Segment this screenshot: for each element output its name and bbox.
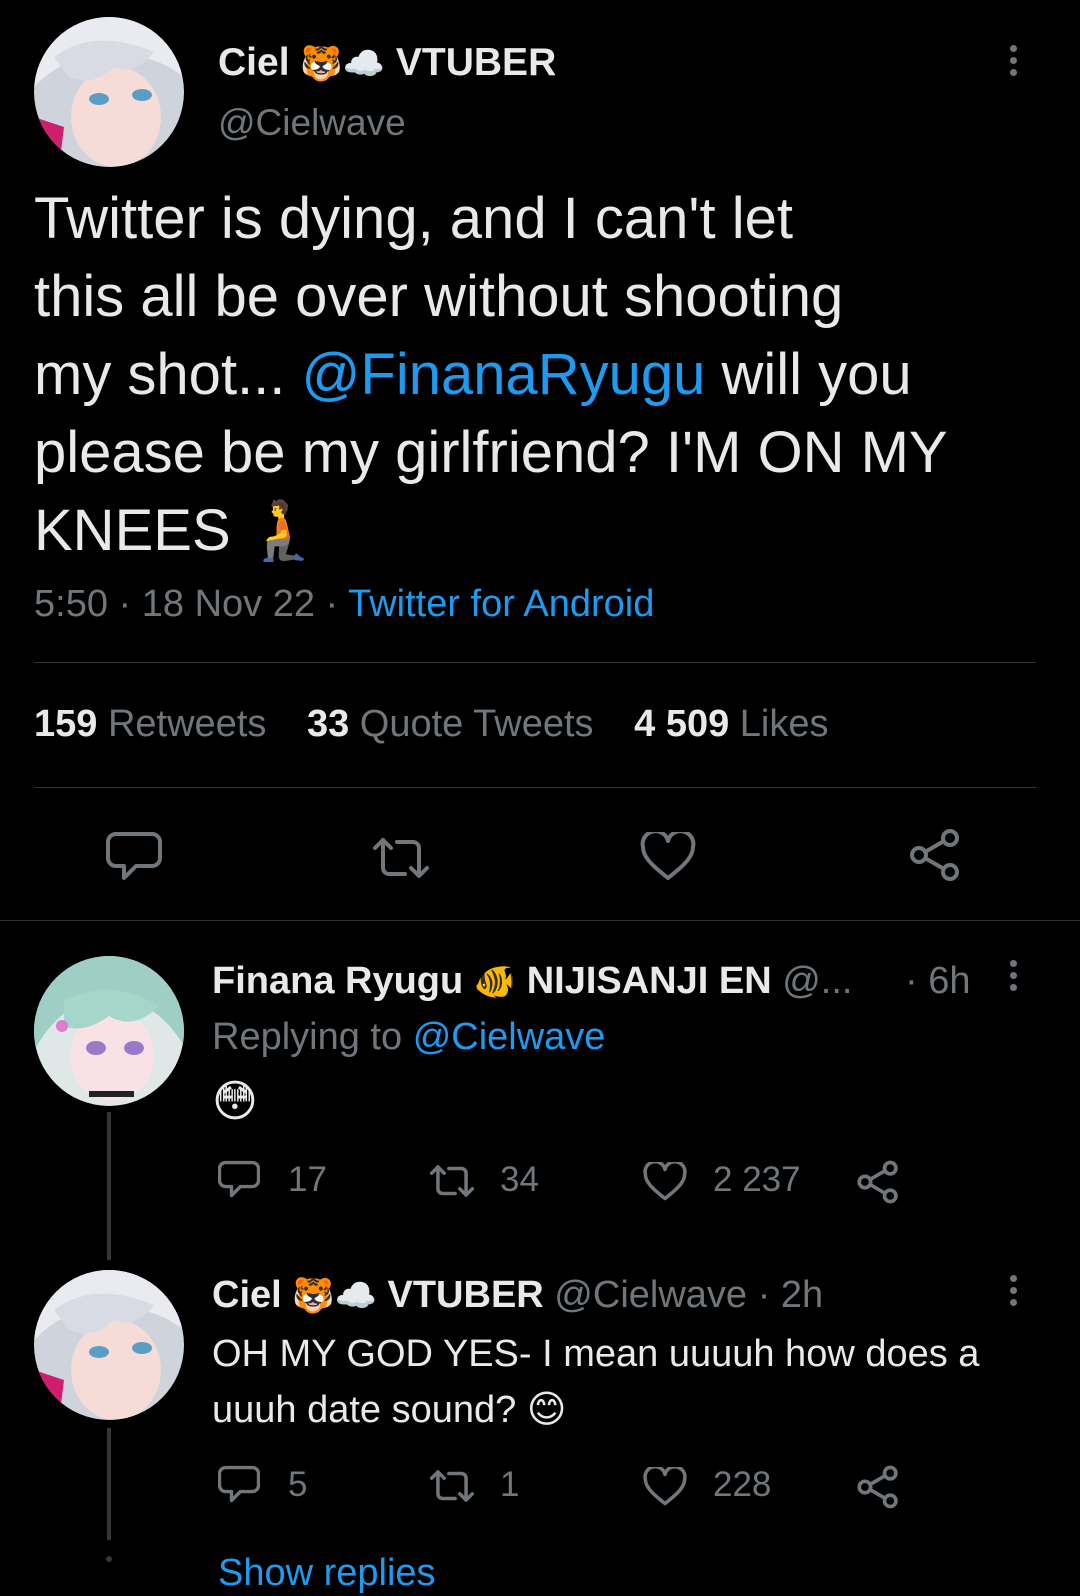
tweet-text: Twitter is dying, and I can't let this a… <box>34 180 1054 570</box>
quotes-label: Quote Tweets <box>359 703 594 745</box>
mention-link[interactable]: @FinanaRyugu <box>302 342 706 407</box>
more-options-icon[interactable] <box>1008 1275 1018 1306</box>
tweet-date[interactable]: 18 Nov 22 <box>142 583 315 625</box>
avatar-ciel[interactable] <box>34 17 184 167</box>
tweet-time[interactable]: 5:50 <box>34 583 108 625</box>
share-icon[interactable] <box>856 1160 900 1204</box>
avatar-finana[interactable] <box>34 956 184 1106</box>
like-count: 2 237 <box>713 1160 801 1199</box>
show-replies-link[interactable]: Show replies <box>218 1550 436 1596</box>
retweet-icon[interactable] <box>427 1467 477 1505</box>
reply-header: Finana Ryugu 🐠 NIJISANJI EN @... <box>212 958 852 1005</box>
quotes-stat[interactable]: 33 Quote Tweets <box>307 703 594 745</box>
replying-to: Replying to @Cielwave <box>212 1016 605 1059</box>
divider <box>34 662 1036 663</box>
tweet-meta: 5:50 · 18 Nov 22 · Twitter for Android <box>34 583 654 626</box>
tweet-text-line: my shot... @FinanaRyugu will you <box>34 336 1054 414</box>
reply-icon[interactable] <box>218 1464 260 1504</box>
reply-text-line: uuuh date sound? 😊 <box>212 1389 567 1431</box>
reply-count: 17 <box>288 1160 327 1199</box>
tweet-text-line: Twitter is dying, and I can't let <box>34 186 793 251</box>
avatar-ciel[interactable] <box>34 1270 184 1420</box>
like-icon[interactable] <box>643 1467 687 1507</box>
share-icon[interactable] <box>856 1465 900 1509</box>
reply-icon[interactable] <box>218 1159 260 1199</box>
meta-dot: · <box>118 583 142 625</box>
author-handle[interactable]: @Cielwave <box>554 1274 747 1316</box>
more-options-icon[interactable] <box>1008 960 1018 991</box>
tweet-source[interactable]: Twitter for Android <box>348 583 654 625</box>
replying-prefix: Replying to <box>212 1016 403 1058</box>
likes-count: 4 509 <box>634 703 730 745</box>
reply-time[interactable]: · 2h <box>758 1274 823 1316</box>
stats-row: 159 Retweets 33 Quote Tweets 4 509 Likes <box>34 703 829 746</box>
author-badge-emoji: 🐯☁️ <box>300 45 386 83</box>
author-badge-emoji: 🐠 <box>473 963 517 1001</box>
retweet-count: 34 <box>500 1160 539 1199</box>
retweets-label: Retweets <box>107 703 267 745</box>
tweet-text-segment: my shot... <box>34 342 302 407</box>
reply-text: 😳 <box>212 1077 258 1126</box>
author-label: VTUBER <box>387 1274 544 1316</box>
divider <box>34 787 1036 788</box>
author-name[interactable]: Finana Ryugu <box>212 960 463 1002</box>
meta-dot: · <box>325 583 349 625</box>
reply-time[interactable]: · 6h <box>905 958 970 1004</box>
author-label: NIJISANJI EN <box>526 960 772 1002</box>
author-name-text: Ciel <box>218 41 290 84</box>
author-handle[interactable]: @... <box>782 960 852 1002</box>
reply-header: Ciel 🐯☁️ VTUBER @Cielwave · 2h <box>212 1272 823 1319</box>
tweet-text-line: KNEES 🧎 <box>34 498 319 563</box>
reply-text: OH MY GOD YES- I mean uuuuh how does a u… <box>212 1326 979 1438</box>
retweet-count: 1 <box>500 1465 520 1504</box>
tweet-text-line: this all be over without shooting <box>34 264 844 329</box>
tweet-text-segment: will you <box>705 342 912 407</box>
retweets-count: 159 <box>34 703 98 745</box>
divider <box>0 920 1080 921</box>
like-count: 228 <box>713 1465 772 1504</box>
reply-icon[interactable] <box>106 830 162 882</box>
likes-stat[interactable]: 4 509 Likes <box>634 703 828 745</box>
retweets-stat[interactable]: 159 Retweets <box>34 703 266 745</box>
like-icon[interactable] <box>643 1162 687 1202</box>
author-name[interactable]: Ciel <box>212 1274 282 1316</box>
reply-count: 5 <box>288 1465 308 1504</box>
retweet-icon[interactable] <box>369 834 433 882</box>
thread-dot <box>106 1556 112 1562</box>
share-icon[interactable] <box>908 828 962 882</box>
author-badge-emoji: 🐯☁️ <box>292 1277 377 1315</box>
author-name[interactable]: Ciel 🐯☁️ VTUBER <box>218 40 556 87</box>
more-options-icon[interactable] <box>1008 45 1018 76</box>
like-icon[interactable] <box>640 832 696 882</box>
quotes-count: 33 <box>306 703 350 745</box>
tweet-text-line: please be my girlfriend? I'M ON MY <box>34 420 948 485</box>
reply-text-line: OH MY GOD YES- I mean uuuuh how does a <box>212 1333 980 1375</box>
thread-line <box>107 1428 111 1540</box>
author-handle[interactable]: @Cielwave <box>218 102 406 144</box>
likes-label: Likes <box>739 703 829 745</box>
retweet-icon[interactable] <box>427 1162 477 1200</box>
thread-line <box>107 1112 111 1260</box>
replying-handle-link[interactable]: @Cielwave <box>413 1016 606 1058</box>
author-label: VTUBER <box>395 41 557 84</box>
